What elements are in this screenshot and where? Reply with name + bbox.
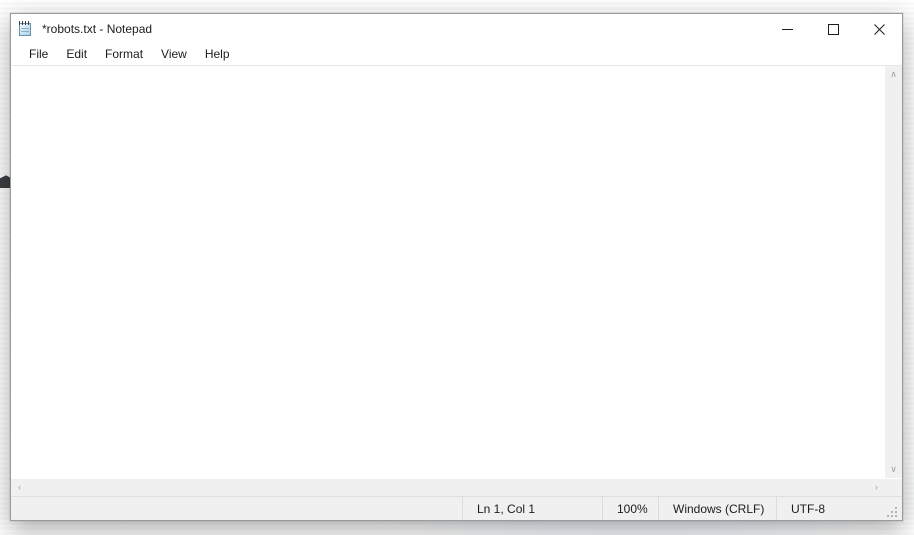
- status-encoding: UTF-8: [776, 497, 886, 520]
- window-controls: [764, 14, 902, 44]
- client-area: ∧ ∨ ‹ ›: [11, 65, 902, 496]
- status-line-ending: Windows (CRLF): [658, 497, 776, 520]
- status-zoom-level[interactable]: 100%: [602, 497, 658, 520]
- menu-item-edit[interactable]: Edit: [57, 45, 96, 65]
- menu-item-view[interactable]: View: [152, 45, 196, 65]
- menu-item-file[interactable]: File: [20, 45, 57, 65]
- title-bar[interactable]: *robots.txt - Notepad: [11, 14, 902, 44]
- notepad-window: *robots.txt - Notepad File Edit Format V…: [10, 13, 903, 521]
- minimize-button[interactable]: [764, 14, 810, 44]
- vertical-scrollbar[interactable]: ∧ ∨: [884, 66, 902, 478]
- vertical-scroll-track[interactable]: [885, 83, 902, 461]
- menu-item-format[interactable]: Format: [96, 45, 152, 65]
- scroll-up-icon[interactable]: ∧: [885, 66, 902, 83]
- menu-item-help[interactable]: Help: [196, 45, 239, 65]
- scroll-right-icon[interactable]: ›: [868, 479, 885, 496]
- resize-grip[interactable]: [886, 497, 902, 520]
- notepad-icon: [18, 21, 34, 37]
- scroll-down-icon[interactable]: ∨: [885, 461, 902, 478]
- scroll-left-icon[interactable]: ‹: [11, 479, 28, 496]
- maximize-button[interactable]: [810, 14, 856, 44]
- menu-bar: File Edit Format View Help: [11, 44, 902, 65]
- horizontal-scrollbar[interactable]: ‹ ›: [11, 478, 902, 496]
- horizontal-scroll-track[interactable]: [28, 479, 868, 496]
- status-bar: Ln 1, Col 1 100% Windows (CRLF) UTF-8: [11, 496, 902, 520]
- scrollbar-corner: [885, 479, 902, 496]
- status-bar-spacer: [11, 497, 462, 520]
- status-cursor-position: Ln 1, Col 1: [462, 497, 602, 520]
- close-button[interactable]: [856, 14, 902, 44]
- title-bar-left: *robots.txt - Notepad: [11, 21, 764, 37]
- editor-row: ∧ ∨: [11, 66, 902, 478]
- text-editor[interactable]: [11, 66, 884, 478]
- window-title: *robots.txt - Notepad: [42, 22, 153, 36]
